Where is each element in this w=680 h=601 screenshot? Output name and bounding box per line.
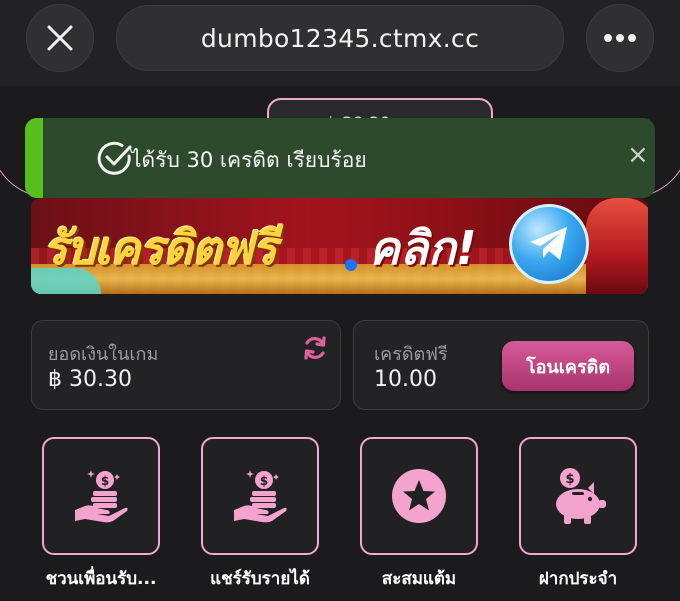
star-circle-icon [392, 469, 446, 523]
url-bar[interactable]: dumbo12345.ctmx.cc [116, 5, 564, 71]
banner-character [586, 198, 648, 294]
close-browser-button[interactable] [26, 4, 94, 72]
toast-accent-bar [25, 118, 43, 198]
toast-close-button[interactable]: × [627, 142, 649, 168]
free-credit-value: 10.00 [374, 367, 437, 392]
more-horizontal-icon [604, 34, 636, 42]
tile-fixed-deposit-label[interactable]: ฝากประจำ [503, 565, 653, 592]
telegram-icon [509, 204, 589, 284]
browser-menu-button[interactable] [586, 4, 654, 72]
svg-text:$: $ [260, 474, 268, 488]
toast-message: ได้รับ 30 เครดิต เรียบร้อย [131, 148, 367, 172]
tile-share-earn-label[interactable]: แชร์รับรายได้ [185, 565, 335, 592]
url-text: dumbo12345.ctmx.cc [200, 23, 480, 53]
svg-text:$: $ [101, 474, 109, 488]
transfer-credit-button[interactable]: โอนเครดิต [502, 341, 634, 391]
promo-banner[interactable]: รับเครดิตฟรี คลิก! [31, 198, 648, 294]
tile-fixed-deposit[interactable]: $ [519, 437, 637, 555]
balance-value: ฿ 30.30 [48, 367, 132, 392]
close-icon [47, 25, 73, 51]
banner-headline: รับเครดิตฟรี [43, 221, 277, 275]
svg-text:$: $ [565, 472, 574, 487]
piggy-bank-icon: $ [556, 468, 606, 524]
refresh-icon[interactable] [302, 335, 328, 361]
tile-invite-friends[interactable]: $ [42, 437, 160, 555]
hand-coins-icon: $ [234, 470, 287, 523]
success-toast: ได้รับ 30 เครดิต เรียบร้อย × [25, 118, 655, 198]
balance-card: ยอดเงินในเกม ฿ 30.30 [31, 320, 341, 410]
carousel-indicator [345, 259, 357, 271]
free-credit-label: เครดิตฟรี [374, 344, 448, 365]
tile-invite-friends-label[interactable]: ชวนเพื่อนรับ... [26, 565, 176, 592]
tile-collect-points[interactable] [360, 437, 478, 555]
free-credit-card: เครดิตฟรี 10.00 โอนเครดิต [353, 320, 649, 410]
check-circle-icon [97, 141, 132, 175]
banner-click-text: คลิก! [369, 221, 477, 275]
balance-label: ยอดเงินในเกม [48, 344, 159, 365]
hand-coins-icon: $ [75, 470, 128, 523]
tile-share-earn[interactable]: $ [201, 437, 319, 555]
tile-collect-points-label[interactable]: สะสมแต้ม [344, 565, 494, 592]
